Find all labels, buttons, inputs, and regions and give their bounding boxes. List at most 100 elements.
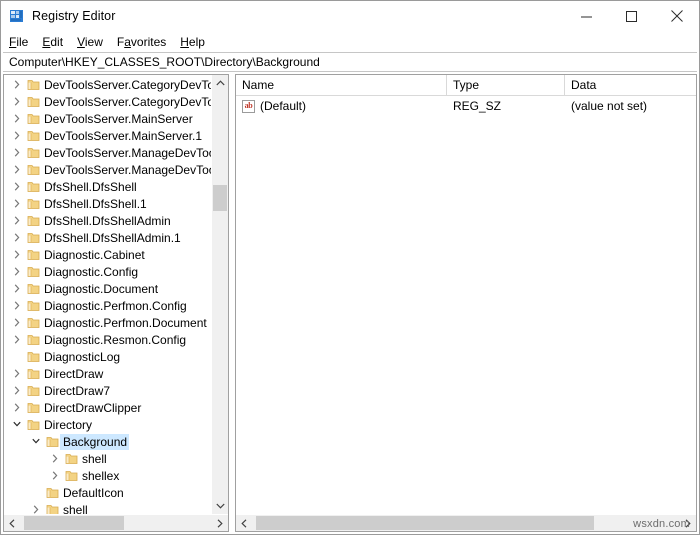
tree-item-label: DevToolsServer.MainServer [44, 111, 193, 126]
chevron-right-icon[interactable] [9, 229, 25, 246]
menu-item-view[interactable]: View [77, 35, 103, 49]
tree-item-label: DefaultIcon [63, 485, 124, 500]
close-button[interactable] [654, 1, 699, 31]
tree-item-devtoolsserver-mainserver[interactable]: DevToolsServer.MainServer [4, 110, 211, 127]
tree-item-dfsshell-dfsshell-1[interactable]: DfsShell.DfsShell.1 [4, 195, 211, 212]
values-horizontal-scrollbar[interactable] [236, 514, 696, 531]
folder-icon [25, 212, 41, 229]
chevron-right-icon[interactable] [9, 297, 25, 314]
tree-horizontal-scrollbar[interactable] [4, 514, 228, 531]
folder-icon [25, 229, 41, 246]
menu-bar: File Edit View Favorites Help [1, 31, 699, 52]
scroll-down-arrow[interactable] [212, 498, 228, 514]
chevron-right-icon[interactable] [9, 93, 25, 110]
tree-item-label: Background [60, 433, 130, 450]
values-list[interactable]: ab (Default) REG_SZ (value not set) [236, 96, 696, 514]
values-column-header: Name Type Data [236, 75, 696, 96]
tree-hscroll-thumb[interactable] [23, 516, 124, 530]
menu-item-file[interactable]: File [9, 35, 28, 49]
tree-item-diagnosticlog[interactable]: DiagnosticLog [4, 348, 211, 365]
scroll-up-arrow[interactable] [212, 75, 228, 91]
chevron-right-icon[interactable] [9, 331, 25, 348]
tree-item-devtoolsserver-categorydevtools[interactable]: DevToolsServer.CategoryDevTools [4, 76, 211, 93]
chevron-right-icon[interactable] [9, 365, 25, 382]
tree-vscroll-thumb[interactable] [213, 184, 227, 212]
menu-item-help[interactable]: Help [180, 35, 205, 49]
folder-icon [25, 348, 41, 365]
chevron-right-icon[interactable] [9, 195, 25, 212]
scroll-right-arrow[interactable] [212, 515, 228, 531]
chevron-right-icon[interactable] [9, 314, 25, 331]
tree-item-directdrawclipper[interactable]: DirectDrawClipper [4, 399, 211, 416]
menu-item-edit[interactable]: Edit [42, 35, 63, 49]
tree-item-label: shellex [82, 468, 120, 483]
tree-item-label: DevToolsServer.ManageDevTools [44, 145, 211, 160]
tree-item-devtoolsserver-managedevtools-1[interactable]: DevToolsServer.ManageDevTools.1 [4, 161, 211, 178]
chevron-down-icon[interactable] [9, 416, 25, 433]
tree-item-directdraw[interactable]: DirectDraw [4, 365, 211, 382]
tree-item-diagnostic-perfmon-config[interactable]: Diagnostic.Perfmon.Config [4, 297, 211, 314]
tree-item-dfsshell-dfsshelladmin-1[interactable]: DfsShell.DfsShellAdmin.1 [4, 229, 211, 246]
tree-item-directdraw7[interactable]: DirectDraw7 [4, 382, 211, 399]
tree-item-devtoolsserver-mainserver-1[interactable]: DevToolsServer.MainServer.1 [4, 127, 211, 144]
column-header-data[interactable]: Data [565, 75, 696, 95]
chevron-right-icon[interactable] [28, 501, 44, 514]
tree-item-label: DevToolsServer.MainServer.1 [44, 128, 203, 143]
chevron-right-icon[interactable] [47, 467, 63, 484]
tree-vscroll-track[interactable] [212, 91, 228, 498]
chevron-right-icon[interactable] [9, 246, 25, 263]
tree-item-label: DirectDrawClipper [44, 400, 142, 415]
scroll-left-arrow[interactable] [4, 515, 20, 531]
title-bar[interactable]: Registry Editor [1, 1, 699, 31]
tree-item-shellex[interactable]: shellex [4, 467, 211, 484]
chevron-right-icon[interactable] [9, 280, 25, 297]
folder-icon [25, 314, 41, 331]
chevron-right-icon[interactable] [9, 399, 25, 416]
tree-item-background[interactable]: Background [4, 433, 211, 450]
tree-item-label: shell [82, 451, 107, 466]
tree-item-diagnostic-resmon-config[interactable]: Diagnostic.Resmon.Config [4, 331, 211, 348]
tree-item-dfsshell-dfsshelladmin[interactable]: DfsShell.DfsShellAdmin [4, 212, 211, 229]
tree-item-diagnostic-cabinet[interactable]: Diagnostic.Cabinet [4, 246, 211, 263]
tree-item-diagnostic-config[interactable]: Diagnostic.Config [4, 263, 211, 280]
tree-item-label: DfsShell.DfsShellAdmin.1 [44, 230, 181, 245]
menu-item-favorites[interactable]: Favorites [117, 35, 166, 49]
column-header-type[interactable]: Type [447, 75, 565, 95]
value-row[interactable]: ab (Default) REG_SZ (value not set) [236, 96, 696, 116]
chevron-right-icon[interactable] [9, 212, 25, 229]
tree-item-shell[interactable]: shell [4, 450, 211, 467]
values-hscroll-track[interactable] [252, 515, 680, 531]
chevron-right-icon[interactable] [9, 110, 25, 127]
maximize-button[interactable] [609, 1, 654, 31]
chevron-right-icon[interactable] [9, 127, 25, 144]
values-hscroll-thumb[interactable] [256, 516, 595, 530]
tree-hscroll-track[interactable] [20, 515, 212, 531]
tree-item-devtoolsserver-managedevtools[interactable]: DevToolsServer.ManageDevTools [4, 144, 211, 161]
key-tree[interactable]: DevToolsServer.CategoryDevTools DevToolsS… [4, 75, 211, 514]
chevron-right-icon[interactable] [9, 76, 25, 93]
chevron-right-icon[interactable] [9, 382, 25, 399]
tree-item-dfsshell-dfsshell[interactable]: DfsShell.DfsShell [4, 178, 211, 195]
folder-icon [63, 450, 79, 467]
tree-item-devtoolsserver-categorydevtools[interactable]: DevToolsServer.CategoryDevTools [4, 93, 211, 110]
minimize-button[interactable] [564, 1, 609, 31]
address-bar[interactable]: Computer\HKEY_CLASSES_ROOT\Directory\Bac… [3, 52, 697, 72]
column-header-name[interactable]: Name [236, 75, 447, 95]
tree-vertical-scrollbar[interactable] [211, 75, 228, 514]
chevron-right-icon[interactable] [9, 178, 25, 195]
tree-item-diagnostic-document[interactable]: Diagnostic.Document [4, 280, 211, 297]
tree-item-diagnostic-perfmon-document[interactable]: Diagnostic.Perfmon.Document [4, 314, 211, 331]
chevron-right-icon[interactable] [47, 450, 63, 467]
values-scroll-left-arrow[interactable] [236, 515, 252, 531]
folder-icon [63, 467, 79, 484]
tree-item-directory[interactable]: Directory [4, 416, 211, 433]
tree-item-shell[interactable]: shell [4, 501, 211, 514]
chevron-right-icon[interactable] [9, 144, 25, 161]
key-tree-pane: DevToolsServer.CategoryDevTools DevToolsS… [3, 74, 229, 532]
chevron-down-icon[interactable] [28, 433, 44, 450]
tree-item-defaulticon[interactable]: DefaultIcon [4, 484, 211, 501]
chevron-right-icon[interactable] [9, 161, 25, 178]
chevron-right-icon[interactable] [9, 263, 25, 280]
